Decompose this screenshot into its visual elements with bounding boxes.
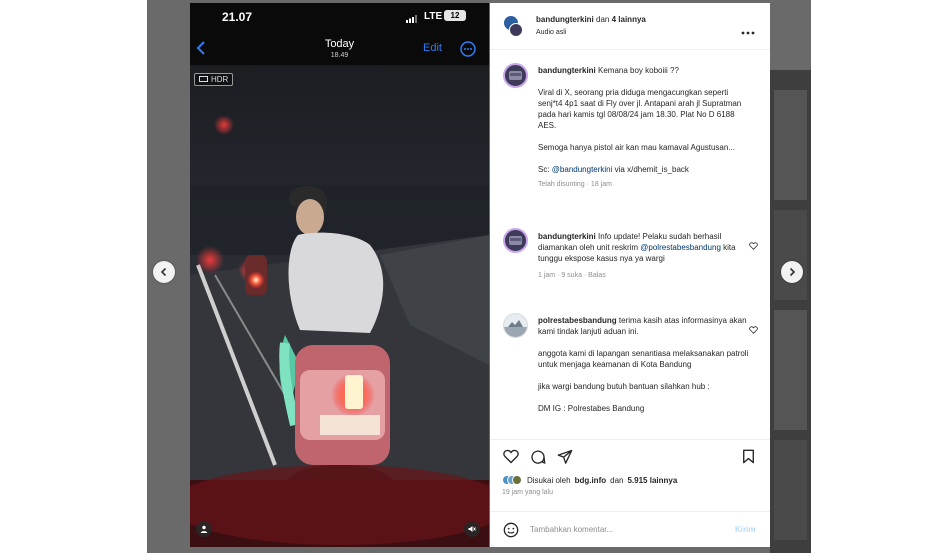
comment-input[interactable]: Tambahkan komentar... — [530, 525, 613, 534]
header-others[interactable]: 4 lainnya — [612, 15, 646, 24]
mention-link[interactable]: @bandungterkini — [552, 165, 613, 174]
background-feed-strip — [770, 70, 811, 553]
share-icon[interactable] — [557, 449, 573, 464]
phone-nav-subtitle: 18.49 — [330, 52, 349, 59]
caption-username[interactable]: bandungterkini — [538, 66, 596, 75]
previous-post-button[interactable] — [153, 261, 175, 283]
comment-username[interactable]: bandungterkini — [538, 232, 596, 241]
more-icon[interactable] — [741, 22, 755, 40]
comment: polrestabesbandung terima kasih atas inf… — [538, 316, 751, 413]
comment: bandungterkini Info update! Pelaku sudah… — [538, 231, 750, 281]
divider — [490, 49, 770, 50]
phone-nav-bar: Today 18.49 Edit — [190, 33, 489, 65]
likes-summary[interactable]: Disukai oleh bdg.info dan 5.915 lainnya — [502, 475, 677, 485]
likes-joiner: dan — [610, 475, 624, 485]
avatar — [509, 23, 523, 37]
comment-avatar[interactable] — [503, 313, 528, 338]
post-detail-panel: bandungterkini dan 4 lainnya Audio asli … — [490, 3, 770, 547]
comment-meta: 1 jam · 9 suka · Balas — [538, 272, 606, 279]
likes-user[interactable]: bdg.info — [575, 476, 607, 485]
caption-paragraph: Viral di X, seorang pria diduga mengacun… — [538, 88, 744, 130]
caption-source: Sc: @bandungterkini via x/dhemit_is_back — [538, 165, 689, 174]
comment-paragraph: jika wargi bandung butuh bantuan silahka… — [538, 382, 710, 391]
caption-headline: Kemana boy koboiii ?? — [598, 66, 679, 75]
post-time: 19 jam yang lalu — [502, 489, 553, 496]
mention-link[interactable]: @polrestabesbandung — [640, 243, 721, 252]
post-header: bandungterkini dan 4 lainnya Audio asli — [490, 3, 770, 49]
phone-status-bar: 21.07 LTE 12 — [190, 3, 489, 33]
emoji-icon[interactable] — [503, 522, 519, 538]
bookmark-icon[interactable] — [742, 449, 755, 464]
chevron-right-icon — [789, 267, 796, 277]
caption: bandungterkini Kemana boy koboiii ?? Vir… — [538, 65, 750, 190]
network-label: LTE — [424, 11, 443, 22]
comment-paragraph: anggota kami di lapangan senantiasa mela… — [538, 349, 751, 369]
signal-icon — [406, 12, 420, 26]
post-header-title: bandungterkini dan 4 lainnya — [536, 14, 646, 25]
likes-prefix: Disukai oleh — [527, 475, 571, 485]
comment-avatar[interactable] — [503, 228, 528, 253]
chevron-left-icon — [160, 267, 167, 277]
status-time: 21.07 — [222, 10, 253, 24]
comment-icon[interactable] — [530, 449, 546, 465]
phone-edit-label: Edit — [423, 42, 442, 54]
comment-username[interactable]: polrestabesbandung — [538, 316, 617, 325]
post-media[interactable]: 21.07 LTE 12 Today 18.49 Edit HDR — [190, 3, 489, 547]
comment-composer: Tambahkan komentar... Kirim — [490, 511, 770, 547]
caption-paragraph: Semoga hanya pistol air kan mau kamaval … — [538, 143, 735, 152]
tagged-user-icon[interactable] — [196, 521, 212, 537]
comment-like-icon[interactable] — [749, 321, 758, 339]
comment-paragraph: DM IG : Polrestabes Bandung — [538, 404, 645, 413]
comment-like-icon[interactable] — [749, 237, 758, 255]
video-scene — [190, 115, 489, 547]
video-frame: HDR — [190, 65, 489, 547]
header-joiner: dan — [596, 15, 610, 24]
audio-label[interactable]: Audio asli — [536, 27, 566, 38]
liker-avatars — [502, 475, 522, 485]
caption-meta: Telah disunting · 18 jam — [538, 181, 612, 188]
next-post-button[interactable] — [781, 261, 803, 283]
battery-indicator: 12 — [444, 10, 466, 21]
action-bar — [490, 439, 770, 469]
post-comment-button[interactable]: Kirim — [735, 525, 755, 534]
caption-avatar[interactable] — [503, 63, 528, 88]
likes-count[interactable]: 5.915 lainnya — [627, 476, 677, 485]
comments-section[interactable]: bandungterkini Kemana boy koboiii ?? Vir… — [490, 51, 770, 438]
mute-icon[interactable] — [464, 521, 480, 537]
ios-more-icon — [460, 41, 476, 62]
header-username[interactable]: bandungterkini — [536, 15, 594, 24]
heart-icon[interactable] — [503, 449, 519, 464]
phone-nav-title: Today — [324, 38, 355, 50]
